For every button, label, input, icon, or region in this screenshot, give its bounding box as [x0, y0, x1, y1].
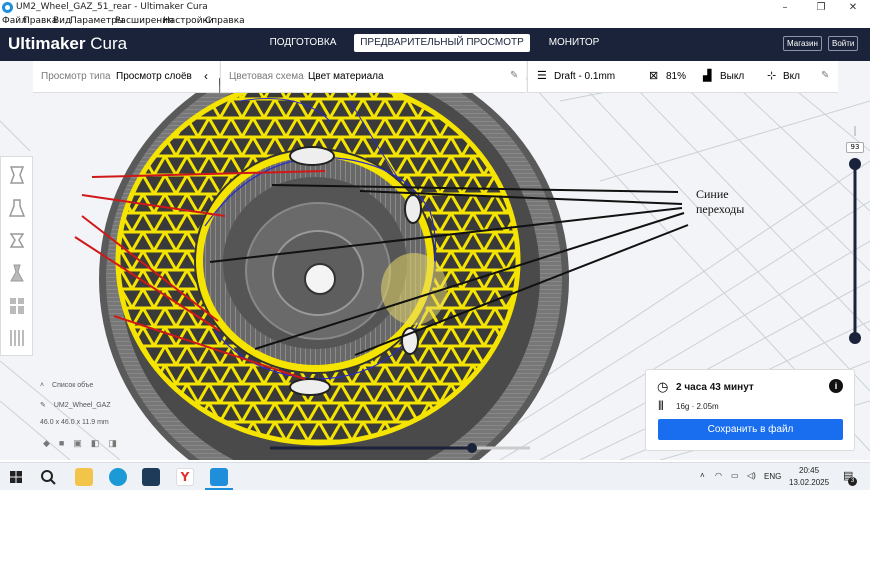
save-to-file-button[interactable]: Сохранить в файл [658, 419, 843, 440]
print-settings-bar[interactable]: ☰ Draft - 0.1mm ⊠ 81% ▟ Выкл ⊹ Вкл ✎ [527, 61, 838, 93]
profile-value[interactable]: Draft - 0.1mm [554, 71, 615, 82]
view-type-bar[interactable]: Просмотр типа Просмотр слоёв ‹ [33, 61, 219, 93]
close-button[interactable]: ✕ [836, 0, 870, 15]
windows-taskbar: Y ˄ ◠ ▭ ◁) ENG 20:45 13.02.2025 ▤ 3 [0, 462, 870, 490]
windows-start-icon[interactable] [10, 471, 22, 483]
view-type-label: Просмотр типа [41, 71, 111, 82]
file-explorer-icon[interactable] [75, 468, 93, 486]
window-title: UM2_Wheel_GAZ_51_rear - Ultimaker Cura [16, 2, 208, 12]
volume-icon[interactable]: ◁) [747, 471, 756, 480]
maximize-button[interactable]: ❐ [804, 0, 838, 15]
support-icon: ▟ [703, 70, 712, 82]
yandex-browser-icon[interactable]: Y [176, 468, 194, 486]
infill-icon: ⊠ [649, 70, 659, 82]
object-list-title: Список объе [52, 382, 94, 389]
tray-chevron-up-icon[interactable]: ˄ [700, 471, 705, 480]
app-taskbar-icon[interactable] [142, 468, 160, 486]
chevron-left-icon[interactable]: ‹ [204, 69, 208, 83]
infill-value[interactable]: 81% [666, 71, 686, 82]
edit-settings-pencil-icon[interactable]: ✎ [821, 70, 829, 81]
object-list-header: ˄ Список объе [40, 382, 180, 389]
tab-preview[interactable]: ПРЕДВАРИТЕЛЬНЫЙ ПРОСМОТР [354, 34, 530, 52]
signin-button[interactable]: Войти [828, 36, 859, 51]
support-value[interactable]: Выкл [720, 71, 744, 82]
adhesion-value[interactable]: Вкл [783, 71, 800, 82]
print-time: 2 часа 43 минут [676, 382, 754, 393]
menu-bar: Файл Правка Вид Параметры Расширения Нас… [0, 15, 870, 28]
object-name-row: ✎ UM2_Wheel_GAZ [40, 401, 180, 409]
app-header: Ultimaker Cura ПОДГОТОВКА ПРЕДВАРИТЕЛЬНЫ… [0, 28, 870, 61]
color-scheme-bar[interactable]: Цветовая схема Цвет материала ✎ [220, 61, 526, 93]
chevron-up-icon[interactable]: ˄ [40, 382, 44, 389]
annotation-line-1: Синие [696, 187, 729, 201]
clock-date[interactable]: 13.02.2025 [789, 478, 829, 487]
cura-app-icon [2, 2, 13, 13]
active-app-indicator [205, 488, 233, 490]
color-scheme-value[interactable]: Цвет материала [308, 71, 384, 82]
view-type-value[interactable]: Просмотр слоёв [116, 71, 192, 82]
scale-tool-icon[interactable] [7, 197, 27, 219]
color-scheme-label: Цветовая схема [229, 71, 304, 82]
move-tool-icon[interactable] [7, 163, 27, 185]
camera-view-icons[interactable]: ◆■▣◧◨ [43, 438, 143, 449]
logo-bold-text: Ultimaker [8, 34, 86, 53]
tab-prepare[interactable]: ПОДГОТОВКА [262, 34, 344, 52]
logo-light-text: Cura [90, 34, 128, 53]
tab-monitor[interactable]: МОНИТОР [540, 34, 608, 52]
axle-hole [304, 263, 336, 295]
adhesion-icon: ⊹ [767, 70, 777, 82]
cura-window: UM2_Wheel_GAZ_51_rear - Ultimaker Cura –… [0, 0, 870, 490]
layer-number-input[interactable]: 93 [846, 142, 864, 153]
menu-view[interactable]: Вид [53, 16, 71, 26]
material-usage: 16g · 2.05m [676, 402, 719, 411]
per-model-settings-icon[interactable] [7, 295, 27, 317]
print-info-panel: ◷ 2 часа 43 минут i ||| 16g · 2.05m Сохр… [645, 369, 855, 451]
language-indicator[interactable]: ENG [764, 472, 781, 481]
notification-count: 3 [848, 477, 857, 486]
info-icon[interactable]: i [829, 379, 843, 393]
title-bar: UM2_Wheel_GAZ_51_rear - Ultimaker Cura –… [0, 0, 870, 15]
ultimaker-cura-logo: Ultimaker Cura [8, 34, 127, 54]
profile-icon: ☰ [537, 70, 547, 82]
left-toolbar [0, 156, 33, 356]
support-blocker-icon[interactable] [7, 327, 27, 349]
clock-icon: ◷ [657, 379, 669, 394]
wifi-icon[interactable]: ◠ [715, 471, 722, 480]
battery-icon[interactable]: ▭ [731, 471, 739, 480]
path-slider-handle [467, 443, 477, 453]
material-spool-icon: ||| [658, 400, 664, 411]
minimize-button[interactable]: – [768, 0, 802, 15]
layer-slider-bottom-handle [849, 332, 861, 344]
edit-pencil-icon[interactable]: ✎ [510, 70, 518, 81]
object-dimensions: 46.0 x 46.0 x 11.9 mm [40, 419, 109, 426]
pencil-icon[interactable]: ✎ [40, 402, 46, 409]
search-icon[interactable] [40, 469, 56, 485]
layer-slider-top-handle [849, 158, 861, 170]
clock-time[interactable]: 20:45 [799, 466, 819, 475]
object-name: UM2_Wheel_GAZ [53, 402, 111, 409]
menu-help[interactable]: Справка [205, 16, 245, 26]
edge-browser-icon[interactable] [109, 468, 127, 486]
marketplace-button[interactable]: Магазин [783, 36, 822, 51]
mirror-tool-icon[interactable] [7, 262, 27, 284]
rotate-tool-icon[interactable] [7, 229, 27, 251]
annotation-text: Синие переходы [696, 187, 744, 217]
annotation-line-2: переходы [696, 202, 745, 216]
cura-taskbar-icon[interactable] [210, 468, 228, 486]
